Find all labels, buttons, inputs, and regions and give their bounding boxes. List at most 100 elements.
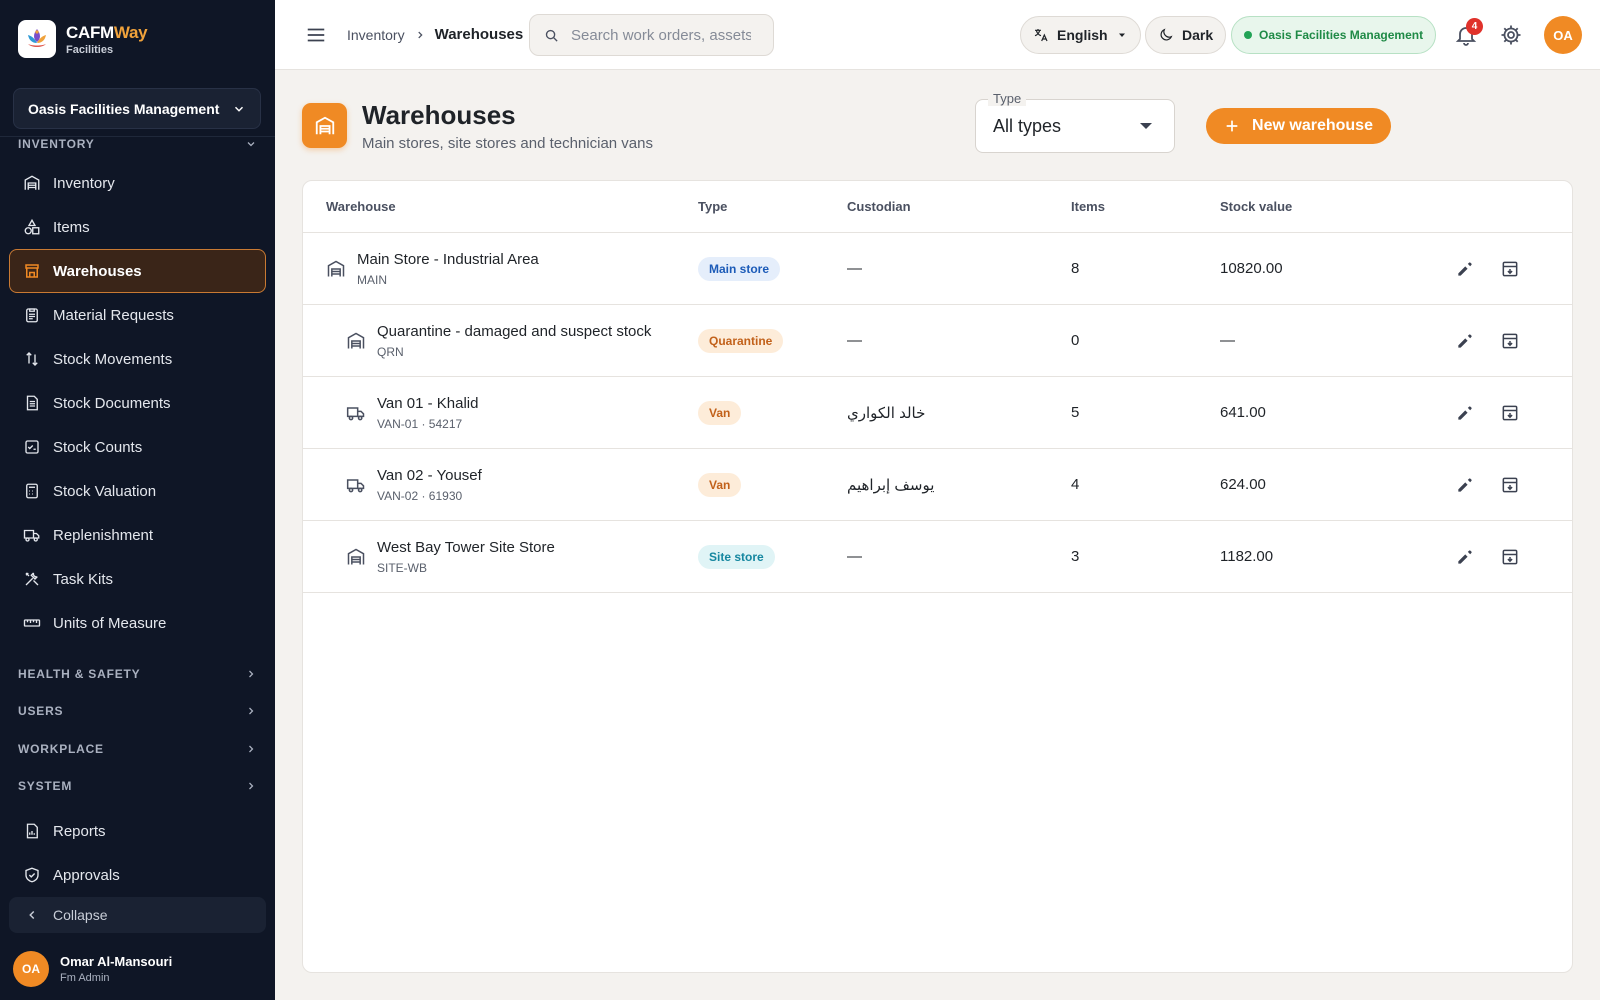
- sidebar-item-stock-documents[interactable]: Stock Documents: [9, 381, 266, 425]
- warehouse-icon: [347, 332, 365, 349]
- table-row[interactable]: Van 01 - Khalid VAN-01 · 54217 Van خالد …: [303, 377, 1572, 449]
- column-type[interactable]: Type: [698, 199, 727, 214]
- truck-icon: [23, 529, 40, 542]
- organization-status-badge[interactable]: Oasis Facilities Management: [1231, 16, 1437, 54]
- archive-icon[interactable]: [1500, 475, 1520, 495]
- warehouse-name[interactable]: Main Store - Industrial Area: [357, 251, 539, 268]
- table-row[interactable]: Van 02 - Yousef VAN-02 · 61930 Van يوسف …: [303, 449, 1572, 521]
- custodian: —: [847, 260, 862, 277]
- search-input[interactable]: [571, 26, 751, 44]
- organization-selector-label: Oasis Facilities Management: [28, 100, 220, 117]
- sidebar-nav[interactable]: INVENTORY Inventory Items Warehouses Mat…: [0, 136, 275, 888]
- language-label: English: [1057, 27, 1108, 43]
- warehouse-name[interactable]: West Bay Tower Site Store: [377, 539, 555, 556]
- sidebar-item-stock-valuation[interactable]: Stock Valuation: [9, 469, 266, 513]
- truck-icon: [346, 407, 365, 421]
- sidebar-item-task-kits[interactable]: Task Kits: [9, 557, 266, 601]
- warehouse-name[interactable]: Quarantine - damaged and suspect stock: [377, 323, 651, 340]
- chevron-right-icon: [249, 670, 254, 678]
- column-items[interactable]: Items: [1071, 199, 1105, 214]
- table-header: Warehouse Type Custodian Items Stock val…: [303, 181, 1572, 233]
- stock-value: 624.00: [1220, 476, 1266, 493]
- ruler-icon: [23, 619, 41, 627]
- user-role: Fm Admin: [60, 972, 110, 984]
- breadcrumb-current: Warehouses: [434, 26, 524, 43]
- type-filter-value: All types: [993, 116, 1062, 136]
- sidebar-item-replenishment[interactable]: Replenishment: [9, 513, 266, 557]
- sidebar-item-approvals[interactable]: Approvals: [9, 853, 266, 888]
- section-workplace[interactable]: WORKPLACE: [0, 730, 275, 768]
- sidebar-item-warehouses[interactable]: Warehouses: [9, 249, 266, 293]
- breadcrumb-inventory[interactable]: Inventory: [347, 27, 405, 43]
- sidebar-item-reports[interactable]: Reports: [9, 809, 266, 853]
- calculator-icon: [26, 483, 38, 499]
- column-stock-value[interactable]: Stock value: [1220, 199, 1292, 214]
- sidebar-item-inventory[interactable]: Inventory: [9, 161, 266, 205]
- pencil-icon[interactable]: [1455, 331, 1475, 351]
- search-box[interactable]: [529, 14, 774, 56]
- column-warehouse[interactable]: Warehouse: [326, 199, 396, 214]
- warehouse-code: VAN-02 · 61930: [377, 489, 463, 503]
- table-row[interactable]: Quarantine - damaged and suspect stock Q…: [303, 305, 1572, 377]
- report-icon: [26, 823, 38, 839]
- brand-logo-icon: [18, 20, 56, 58]
- sidebar-item-units-of-measure[interactable]: Units of Measure: [9, 601, 266, 645]
- type-filter-select[interactable]: Type All types: [975, 91, 1175, 153]
- sidebar-item-items[interactable]: Items: [9, 205, 266, 249]
- warehouse-icon: [327, 260, 345, 277]
- sidebar-item-stock-movements[interactable]: Stock Movements: [9, 337, 266, 381]
- item-count: 5: [1071, 404, 1080, 421]
- page-subtitle: Main stores, site stores and technician …: [362, 135, 653, 152]
- item-count: 0: [1071, 332, 1080, 349]
- archive-icon[interactable]: [1500, 331, 1520, 351]
- user-avatar-button[interactable]: OA: [1544, 16, 1582, 54]
- collapse-sidebar-button[interactable]: Collapse: [9, 897, 266, 933]
- language-selector[interactable]: English: [1020, 16, 1141, 54]
- table-row[interactable]: West Bay Tower Site Store SITE-WB Site s…: [303, 521, 1572, 593]
- organization-status-label: Oasis Facilities Management: [1259, 28, 1424, 42]
- section-health-safety[interactable]: HEALTH & SAFETY: [0, 655, 275, 693]
- swap-vertical-icon: [26, 352, 38, 366]
- sidebar-item-material-requests[interactable]: Material Requests: [9, 293, 266, 337]
- caret-down-icon: [1118, 33, 1125, 37]
- warehouse-name[interactable]: Van 02 - Yousef: [377, 467, 482, 484]
- table-row[interactable]: Main Store - Industrial Area MAIN Main s…: [303, 233, 1572, 305]
- archive-icon[interactable]: [1500, 547, 1520, 567]
- custodian: —: [847, 332, 862, 349]
- section-inventory[interactable]: INVENTORY: [0, 137, 275, 151]
- new-warehouse-button[interactable]: New warehouse: [1206, 108, 1391, 144]
- theme-toggle[interactable]: Dark: [1145, 16, 1227, 54]
- store-icon: [25, 264, 39, 278]
- brand-subtitle: Facilities: [66, 43, 114, 56]
- tools-icon: [25, 572, 39, 586]
- pencil-icon[interactable]: [1455, 403, 1475, 423]
- organization-selector[interactable]: Oasis Facilities Management: [13, 88, 261, 129]
- sidebar: CAFMWay Facilities Oasis Facilities Mana…: [0, 0, 275, 1000]
- warehouse-name[interactable]: Van 01 - Khalid: [377, 395, 478, 412]
- plus-icon: [1226, 120, 1238, 132]
- item-count: 4: [1071, 476, 1080, 493]
- pencil-icon[interactable]: [1455, 547, 1475, 567]
- caret-down-icon: [1140, 123, 1152, 129]
- brand[interactable]: CAFMWay Facilities: [18, 20, 148, 58]
- pencil-icon[interactable]: [1455, 259, 1475, 279]
- sidebar-item-stock-counts[interactable]: Stock Counts: [9, 425, 266, 469]
- document-icon: [26, 395, 38, 411]
- chevron-right-icon: [249, 745, 254, 753]
- section-users[interactable]: USERS: [0, 693, 275, 731]
- gear-icon[interactable]: [1499, 23, 1523, 47]
- warehouse-code: SITE-WB: [377, 561, 427, 575]
- archive-icon[interactable]: [1500, 403, 1520, 423]
- archive-icon[interactable]: [1500, 259, 1520, 279]
- moon-icon: [1160, 28, 1173, 41]
- column-custodian[interactable]: Custodian: [847, 199, 911, 214]
- current-user[interactable]: OA Omar Al-Mansouri Fm Admin: [13, 951, 172, 987]
- menu-icon[interactable]: [305, 24, 327, 46]
- item-count: 8: [1071, 260, 1080, 277]
- section-system[interactable]: SYSTEM: [0, 768, 275, 806]
- warehouse-code: MAIN: [357, 273, 387, 287]
- item-count: 3: [1071, 548, 1080, 565]
- pencil-icon[interactable]: [1455, 475, 1475, 495]
- custodian: —: [847, 548, 862, 565]
- shapes-icon: [24, 218, 40, 235]
